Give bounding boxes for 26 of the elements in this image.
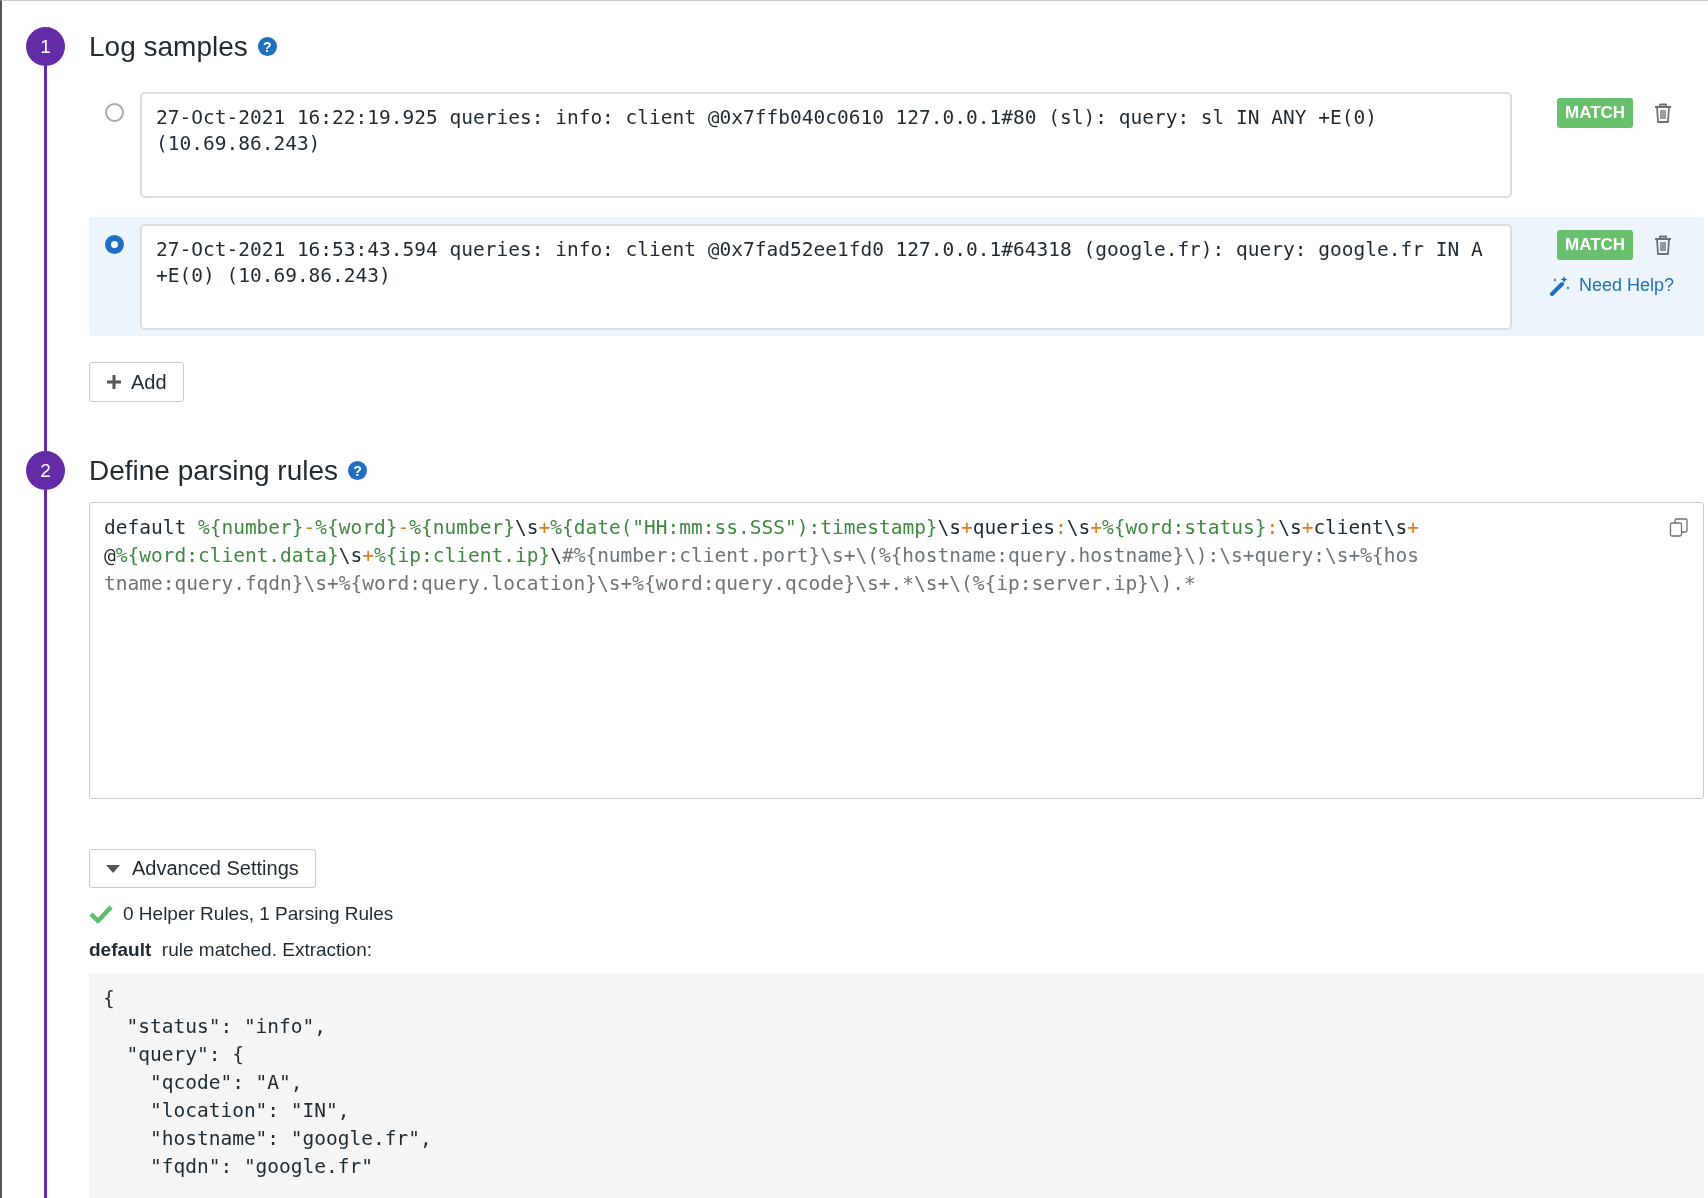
help-icon[interactable]: ?	[348, 461, 368, 480]
step-number: 1	[26, 27, 65, 66]
rules-summary: 0 Helper Rules, 1 Parsing Rules	[123, 903, 394, 925]
log-sample-field[interactable]: 27-Oct-2021 16:53:43.594 queries: info: client @0x7fad52ee1fd0 127.0.0.1#64318 (google.fr): query: google.fr IN A +E(0) (10.69.86.243)	[140, 224, 1512, 330]
plus-icon	[106, 374, 122, 390]
sample-row[interactable]: 27-Oct-2021 16:22:19.925 queries: info: client @0x7ffb040c0610 127.0.0.1#80 (sl): query: sl IN ANY +E(0) (10.69.86.243) MATCH	[89, 85, 1704, 204]
section-title: Log samples	[89, 30, 248, 63]
log-sample-field[interactable]: 27-Oct-2021 16:22:19.925 queries: info: client @0x7ffb040c0610 127.0.0.1#80 (sl): query: sl IN ANY +E(0) (10.69.86.243)	[140, 92, 1512, 198]
copy-icon[interactable]	[1669, 518, 1689, 538]
section-title: Define parsing rules	[89, 454, 339, 487]
need-help-link[interactable]: Need Help?	[1549, 274, 1675, 296]
advanced-settings-button[interactable]: Advanced Settings	[89, 849, 316, 888]
match-badge: MATCH	[1557, 230, 1634, 260]
magic-wand-icon	[1549, 274, 1571, 296]
match-badge: MATCH	[1557, 98, 1634, 128]
match-result-text: default rule matched. Extraction:	[89, 938, 372, 962]
radio-button[interactable]	[105, 103, 124, 122]
caret-icon	[106, 864, 120, 873]
trash-icon[interactable]	[1653, 102, 1674, 124]
sample-row[interactable]: 27-Oct-2021 16:53:43.594 queries: info: client @0x7fad52ee1fd0 127.0.0.1#64318 (google.fr): query: google.fr IN A +E(0) (10.69.86.243) MATCH Need Help?	[89, 217, 1704, 336]
help-icon[interactable]: ?	[257, 37, 277, 56]
add-button[interactable]: Add	[89, 362, 184, 402]
trash-icon[interactable]	[1653, 234, 1674, 256]
radio-button[interactable]	[105, 235, 124, 254]
step-number: 2	[26, 451, 65, 490]
extraction-output: { "status": "info", "query": { "qcode": "A", "location": "IN", "hostname": "google.fr", "fqdn": "google.fr"	[89, 973, 1704, 1198]
